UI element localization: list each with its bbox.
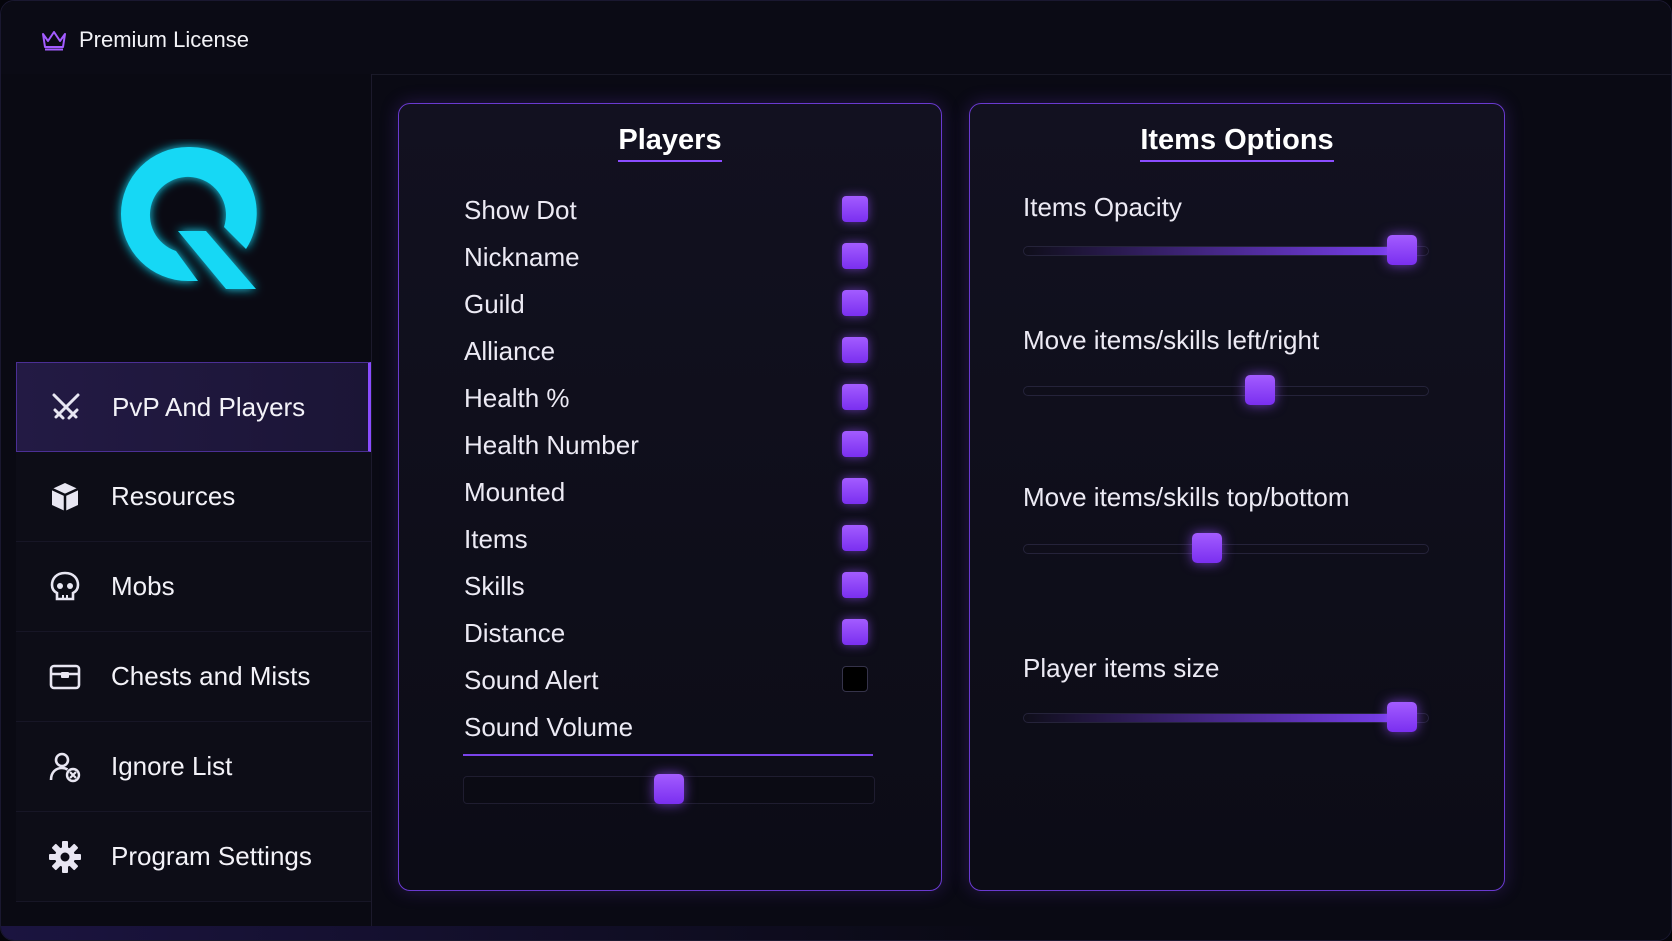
option-distance: Distance — [464, 613, 874, 653]
option-health-percent: Health % — [464, 378, 874, 418]
option-label: Mounted — [464, 477, 566, 507]
titlebar: Premium License — [1, 1, 1671, 75]
sidebar-item-mobs[interactable]: Mobs — [16, 542, 371, 632]
option-label: Skills — [464, 571, 525, 601]
guild-checkbox[interactable] — [842, 290, 868, 316]
players-title: Players — [618, 124, 722, 162]
window-bottom-edge — [1, 926, 1671, 940]
move-left-right-slider[interactable] — [1023, 375, 1429, 405]
items-options-title: Items Options — [1140, 124, 1334, 162]
option-label: Guild — [464, 289, 525, 319]
option-label: Health % — [464, 383, 570, 413]
option-label: Alliance — [464, 336, 556, 366]
crown-icon — [42, 31, 66, 51]
chest-icon — [49, 664, 81, 689]
health-number-checkbox[interactable] — [842, 431, 868, 457]
items-opacity-label: Items Opacity — [1023, 192, 1182, 222]
skills-checkbox[interactable] — [842, 572, 868, 598]
sound-volume-thumb[interactable] — [654, 774, 684, 804]
items-checkbox[interactable] — [842, 525, 868, 551]
user-block-icon — [49, 752, 81, 782]
mounted-checkbox[interactable] — [842, 478, 868, 504]
option-label: Show Dot — [464, 195, 577, 225]
items-options-panel: Items Options Items Opacity Move items/s… — [969, 103, 1505, 891]
sidebar-item-label: Resources — [111, 481, 236, 511]
sidebar-item-label: Chests and Mists — [111, 661, 311, 691]
crossed-swords-icon — [52, 393, 80, 420]
sidebar-item-pvp-and-players[interactable]: PvP And Players — [16, 362, 371, 452]
option-sound-volume: Sound Volume — [464, 707, 874, 747]
skull-icon — [50, 571, 80, 600]
divider — [463, 754, 873, 756]
slider-fill — [1024, 247, 1402, 255]
option-label: Sound Alert — [464, 665, 599, 695]
q-logo — [120, 146, 257, 289]
option-show-dot: Show Dot — [464, 190, 874, 230]
sidebar-item-ignore-list[interactable]: Ignore List — [16, 722, 371, 812]
move-left-right-label: Move items/skills left/right — [1023, 325, 1320, 355]
sidebar-item-label: PvP And Players — [112, 391, 306, 422]
nickname-checkbox[interactable] — [842, 243, 868, 269]
items-opacity-slider[interactable] — [1023, 235, 1429, 265]
option-sound-alert: Sound Alert — [464, 660, 874, 700]
sound-volume-slider[interactable] — [463, 774, 875, 804]
option-mounted: Mounted — [464, 472, 874, 512]
license-title: Premium License — [79, 27, 249, 52]
option-label: Health Number — [464, 430, 639, 460]
option-label: Items — [464, 524, 528, 554]
option-label: Nickname — [464, 242, 580, 272]
sound-volume-label: Sound Volume — [464, 712, 634, 742]
option-label: Distance — [464, 618, 566, 648]
option-guild: Guild — [464, 284, 874, 324]
option-skills: Skills — [464, 566, 874, 606]
app-window: Premium License PvP And Players Resource… — [0, 0, 1672, 941]
slider-thumb[interactable] — [1244, 375, 1275, 405]
option-alliance: Alliance — [464, 331, 874, 371]
show-dot-checkbox[interactable] — [842, 196, 868, 222]
alliance-checkbox[interactable] — [842, 337, 868, 363]
sidebar: PvP And Players Resources Mobs Chests an… — [1, 74, 372, 940]
cube-icon — [51, 482, 79, 511]
sidebar-item-label: Program Settings — [111, 841, 312, 871]
slider-fill — [1024, 714, 1402, 722]
player-items-size-slider[interactable] — [1023, 702, 1429, 732]
sidebar-item-resources[interactable]: Resources — [16, 452, 371, 542]
sidebar-nav: PvP And Players Resources Mobs Chests an… — [16, 362, 371, 902]
move-top-bottom-label: Move items/skills top/bottom — [1023, 482, 1350, 512]
players-panel: Players Show Dot Nickname Guild Alliance… — [398, 103, 942, 891]
option-nickname: Nickname — [464, 237, 874, 277]
player-items-size-label: Player items size — [1023, 653, 1220, 683]
sidebar-item-label: Mobs — [111, 571, 175, 601]
sidebar-item-chests-and-mists[interactable]: Chests and Mists — [16, 632, 371, 722]
move-top-bottom-slider[interactable] — [1023, 533, 1429, 563]
distance-checkbox[interactable] — [842, 619, 868, 645]
slider-thumb[interactable] — [1386, 702, 1417, 732]
slider-thumb[interactable] — [1192, 533, 1223, 563]
option-items: Items — [464, 519, 874, 559]
sidebar-item-label: Ignore List — [111, 751, 233, 781]
sidebar-item-program-settings[interactable]: Program Settings — [16, 812, 371, 902]
health-percent-checkbox[interactable] — [842, 384, 868, 410]
sound-alert-checkbox[interactable] — [842, 666, 868, 692]
slider-thumb[interactable] — [1386, 235, 1417, 265]
option-health-number: Health Number — [464, 425, 874, 465]
gear-icon — [49, 840, 81, 873]
